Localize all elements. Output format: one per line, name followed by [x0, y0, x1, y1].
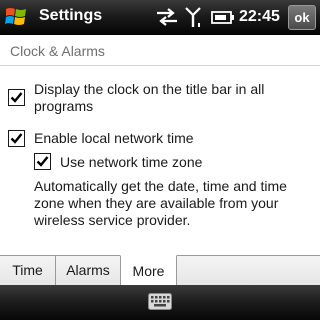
network-time-zone-checkbox[interactable] — [34, 153, 51, 170]
display-clock-label-line2: programs — [34, 98, 94, 114]
clock-time[interactable]: 22:45 — [239, 8, 280, 26]
checkmark-icon — [10, 133, 23, 144]
tab-alarms[interactable]: Alarms — [56, 255, 121, 285]
app-title: Settings — [39, 7, 103, 24]
battery-icon[interactable] — [210, 6, 236, 28]
ok-button[interactable]: ok — [288, 5, 316, 30]
checkmark-icon — [10, 92, 23, 103]
description-line1: Automatically get the date, time and tim… — [34, 178, 287, 194]
description-line2: zone when they are available from your — [34, 195, 279, 211]
network-time-label: Enable local network time — [34, 130, 194, 146]
title-bar: Settings 22:45 ok — [0, 0, 320, 35]
description-line3: wireless service provider. — [34, 212, 191, 228]
windows-start-icon[interactable] — [5, 6, 27, 28]
display-clock-label-line1: Display the clock on the title bar in al… — [34, 81, 265, 97]
network-sync-icon[interactable] — [155, 6, 179, 28]
network-time-zone-label: Use network time zone — [60, 154, 203, 170]
display-clock-checkbox[interactable] — [8, 89, 25, 106]
checkmark-icon — [36, 156, 49, 167]
tab-more[interactable]: More — [120, 255, 177, 286]
signal-icon[interactable] — [184, 6, 206, 28]
section-divider — [0, 65, 320, 66]
keyboard-icon[interactable] — [148, 293, 172, 310]
tab-time[interactable]: Time — [0, 255, 56, 285]
network-time-checkbox[interactable] — [8, 130, 25, 147]
section-header: Clock & Alarms — [10, 43, 105, 59]
